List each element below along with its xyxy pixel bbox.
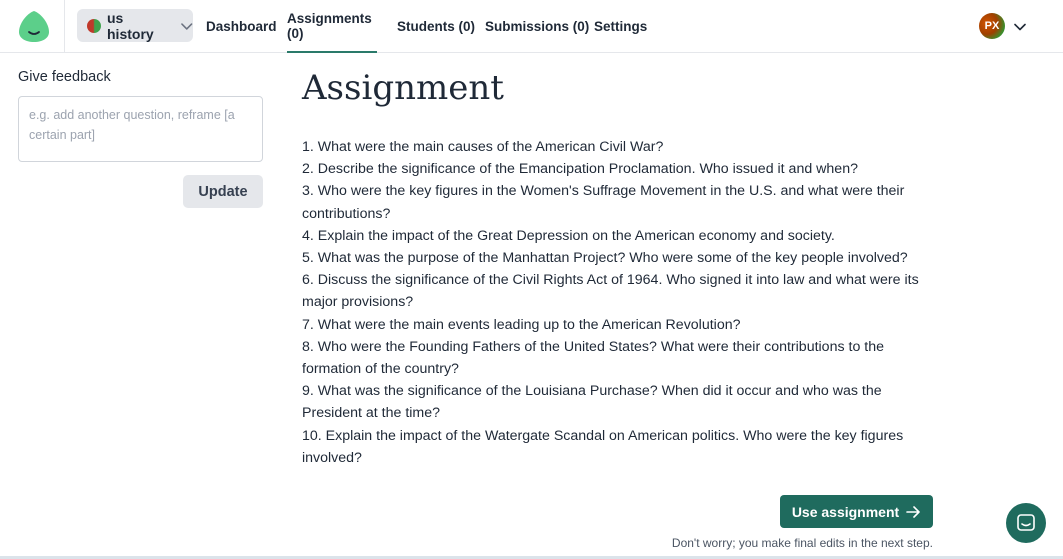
logo-icon[interactable] bbox=[18, 10, 50, 42]
use-assignment-button[interactable]: Use assignment bbox=[780, 495, 933, 528]
tab-settings-label: Settings bbox=[594, 19, 648, 34]
question-item: 7. What were the main events leading up … bbox=[302, 316, 741, 333]
tab-submissions-label: Submissions (0) bbox=[485, 19, 590, 34]
question-item: 2. Describe the significance of the Eman… bbox=[302, 161, 858, 178]
update-button[interactable]: Update bbox=[183, 175, 263, 208]
chat-icon bbox=[1017, 514, 1035, 531]
question-item: 6. Discuss the significance of the Civil… bbox=[302, 272, 919, 311]
question-item: 8. Who were the Founding Fathers of the … bbox=[302, 338, 884, 378]
question-list: 1. What were the main causes of the Amer… bbox=[302, 136, 937, 469]
avatar[interactable]: PX bbox=[979, 13, 1005, 39]
chat-launcher-button[interactable] bbox=[1006, 503, 1046, 543]
tab-submissions[interactable]: Submissions (0) bbox=[485, 0, 589, 53]
footnote-text: Don't worry; you make final edits in the… bbox=[671, 536, 933, 550]
tab-dashboard[interactable]: Dashboard bbox=[206, 0, 277, 53]
header-divider bbox=[64, 0, 65, 52]
question-item: 9. What was the significance of the Loui… bbox=[302, 383, 882, 422]
tab-students-label: Students (0) bbox=[397, 19, 476, 34]
feedback-heading: Give feedback bbox=[18, 69, 111, 85]
page-title: Assignment bbox=[302, 68, 504, 108]
top-header: us history Dashboard Assignments (0) Stu… bbox=[0, 0, 1063, 53]
tab-assignments[interactable]: Assignments (0) bbox=[287, 0, 377, 53]
class-select-label: us history bbox=[107, 9, 154, 42]
question-item: 10. Explain the impact of the Watergate … bbox=[302, 427, 904, 466]
chevron-down-icon bbox=[180, 22, 192, 30]
class-select[interactable]: us history bbox=[77, 9, 193, 42]
question-item: 1. What were the main causes of the Amer… bbox=[302, 139, 664, 155]
tab-dashboard-label: Dashboard bbox=[206, 19, 277, 34]
class-color-dot bbox=[87, 18, 101, 33]
chevron-down-icon[interactable] bbox=[1013, 20, 1027, 34]
arrow-right-icon bbox=[906, 505, 920, 518]
question-item: 3. Who were the key figures in the Women… bbox=[302, 183, 905, 222]
avatar-initials: PX bbox=[984, 20, 1000, 32]
question-item: 4. Explain the impact of the Great Depre… bbox=[302, 227, 835, 244]
feedback-input[interactable] bbox=[18, 96, 263, 162]
tab-settings[interactable]: Settings bbox=[594, 0, 647, 53]
tab-students[interactable]: Students (0) bbox=[397, 0, 475, 53]
question-item: 5. What was the purpose of the Manhattan… bbox=[302, 250, 908, 267]
tab-assignments-label: Assignments (0) bbox=[287, 10, 372, 41]
use-assignment-label: Use assignment bbox=[791, 503, 900, 520]
